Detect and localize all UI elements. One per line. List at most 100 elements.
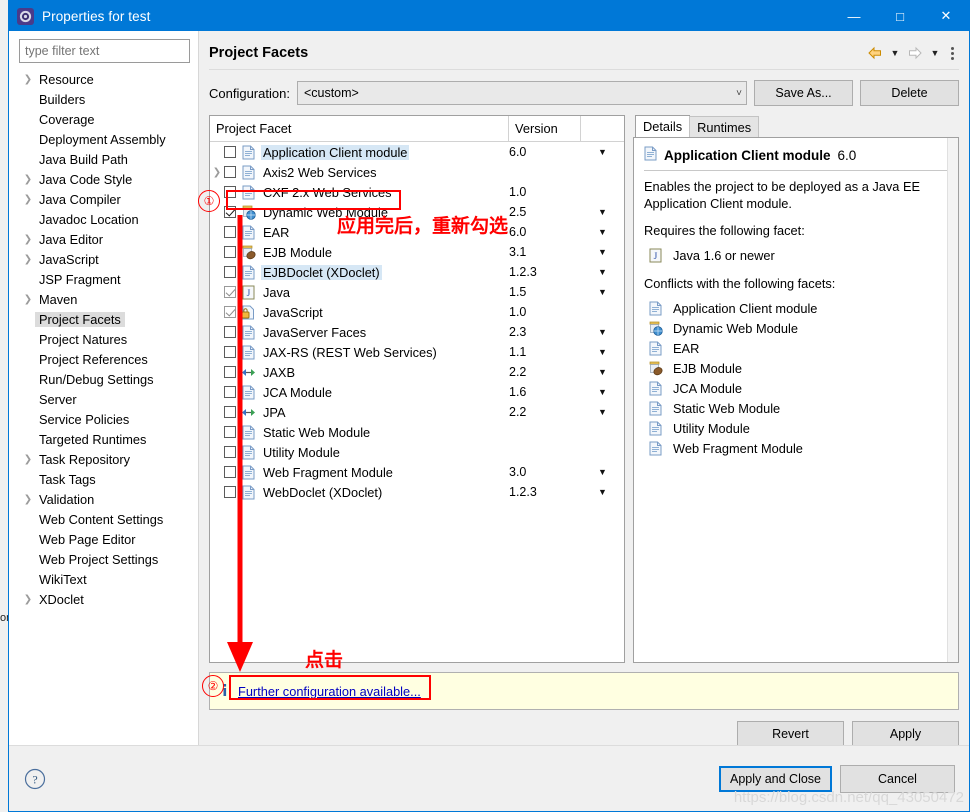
version-dropdown-icon[interactable]: ▼ [581, 227, 624, 237]
table-row[interactable]: JAX-RS (REST Web Services) 1.1 ▼ [210, 342, 624, 362]
sidebar-item-resource[interactable]: ❯ Resource [9, 69, 198, 89]
facet-checkbox[interactable] [224, 406, 236, 418]
table-row[interactable]: Utility Module [210, 442, 624, 462]
facet-checkbox[interactable] [224, 426, 236, 438]
table-row[interactable]: EJBDoclet (XDoclet) 1.2.3 ▼ [210, 262, 624, 282]
sidebar-item-deployment-assembly[interactable]: Deployment Assembly [9, 129, 198, 149]
sidebar-item-builders[interactable]: Builders [9, 89, 198, 109]
forward-dropdown-icon[interactable]: ▼ [929, 48, 941, 58]
version-dropdown-icon[interactable]: ▼ [581, 267, 624, 277]
facet-checkbox[interactable] [224, 246, 236, 258]
forward-arrow-icon[interactable] [905, 43, 925, 63]
sidebar-item-java-build-path[interactable]: Java Build Path [9, 149, 198, 169]
sidebar-item-service-policies[interactable]: Service Policies [9, 409, 198, 429]
table-row[interactable]: EAR 6.0 ▼ [210, 222, 624, 242]
column-header-facet[interactable]: Project Facet [210, 116, 509, 141]
table-row[interactable]: JPA 2.2 ▼ [210, 402, 624, 422]
sidebar-item-java-compiler[interactable]: ❯ Java Compiler [9, 189, 198, 209]
sidebar-item-project-facets[interactable]: Project Facets [9, 309, 198, 329]
chevron-right-icon[interactable]: ❯ [210, 167, 224, 178]
chevron-right-icon[interactable]: ❯ [21, 294, 35, 305]
version-dropdown-icon[interactable]: ▼ [581, 327, 624, 337]
table-row[interactable]: JavaServer Faces 2.3 ▼ [210, 322, 624, 342]
table-row[interactable]: J Java 1.5 ▼ [210, 282, 624, 302]
back-arrow-icon[interactable] [865, 43, 885, 63]
version-dropdown-icon[interactable]: ▼ [581, 367, 624, 377]
version-dropdown-icon[interactable]: ▼ [581, 287, 624, 297]
facet-checkbox[interactable] [224, 346, 236, 358]
tab-details[interactable]: Details [635, 115, 691, 137]
facet-checkbox[interactable] [224, 166, 236, 178]
minimize-button[interactable]: — [831, 1, 877, 31]
facet-checkbox[interactable] [224, 146, 236, 158]
sidebar-item-xdoclet[interactable]: ❯ XDoclet [9, 589, 198, 609]
sidebar-item-validation[interactable]: ❯ Validation [9, 489, 198, 509]
version-dropdown-icon[interactable]: ▼ [581, 207, 624, 217]
sidebar-item-wikitext[interactable]: WikiText [9, 569, 198, 589]
revert-button[interactable]: Revert [737, 721, 844, 747]
apply-and-close-button[interactable]: Apply and Close [719, 765, 832, 792]
facet-checkbox[interactable] [224, 286, 236, 298]
facet-checkbox[interactable] [224, 366, 236, 378]
facet-checkbox[interactable] [224, 466, 236, 478]
version-dropdown-icon[interactable]: ▼ [581, 347, 624, 357]
sidebar-item-task-repository[interactable]: ❯ Task Repository [9, 449, 198, 469]
sidebar-item-javadoc-location[interactable]: Javadoc Location [9, 209, 198, 229]
help-question-icon[interactable]: ? [23, 767, 47, 791]
sidebar-item-web-content-settings[interactable]: Web Content Settings [9, 509, 198, 529]
facet-checkbox[interactable] [224, 326, 236, 338]
details-scrollbar[interactable] [947, 138, 958, 662]
table-row[interactable]: Application Client module 6.0 ▼ [210, 142, 624, 162]
table-row[interactable]: Web Fragment Module 3.0 ▼ [210, 462, 624, 482]
apply-button[interactable]: Apply [852, 721, 959, 747]
chevron-right-icon[interactable]: ❯ [21, 494, 35, 505]
table-row[interactable]: JAXB 2.2 ▼ [210, 362, 624, 382]
table-row[interactable]: ❯ Axis2 Web Services [210, 162, 624, 182]
version-dropdown-icon[interactable]: ▼ [581, 247, 624, 257]
sidebar-item-run-debug-settings[interactable]: Run/Debug Settings [9, 369, 198, 389]
version-dropdown-icon[interactable]: ▼ [581, 487, 624, 497]
column-header-version[interactable]: Version [509, 116, 581, 141]
chevron-right-icon[interactable]: ❯ [21, 174, 35, 185]
table-row[interactable]: Dynamic Web Module 2.5 ▼ [210, 202, 624, 222]
table-row[interactable]: JCA Module 1.6 ▼ [210, 382, 624, 402]
sidebar-item-web-project-settings[interactable]: Web Project Settings [9, 549, 198, 569]
facet-checkbox[interactable] [224, 266, 236, 278]
chevron-right-icon[interactable]: ❯ [21, 594, 35, 605]
facet-checkbox[interactable] [224, 486, 236, 498]
maximize-button[interactable]: □ [877, 1, 923, 31]
chevron-right-icon[interactable]: ❯ [21, 194, 35, 205]
cancel-button[interactable]: Cancel [840, 764, 955, 793]
table-row[interactable]: EJB Module 3.1 ▼ [210, 242, 624, 262]
sidebar-item-project-references[interactable]: Project References [9, 349, 198, 369]
facet-checkbox[interactable] [224, 446, 236, 458]
facet-checkbox[interactable] [224, 186, 236, 198]
chevron-right-icon[interactable]: ❯ [21, 254, 35, 265]
table-row[interactable]: CXF 2.x Web Services 1.0 [210, 182, 624, 202]
table-row[interactable]: JavaScript 1.0 [210, 302, 624, 322]
sidebar-item-targeted-runtimes[interactable]: Targeted Runtimes [9, 429, 198, 449]
version-dropdown-icon[interactable]: ▼ [581, 467, 624, 477]
sidebar-item-maven[interactable]: ❯ Maven [9, 289, 198, 309]
back-dropdown-icon[interactable]: ▼ [889, 48, 901, 58]
chevron-right-icon[interactable]: ❯ [21, 234, 35, 245]
facet-checkbox[interactable] [224, 306, 236, 318]
sidebar-item-javascript[interactable]: ❯ JavaScript [9, 249, 198, 269]
facet-checkbox[interactable] [224, 206, 236, 218]
sidebar-item-web-page-editor[interactable]: Web Page Editor [9, 529, 198, 549]
sidebar-item-java-editor[interactable]: ❯ Java Editor [9, 229, 198, 249]
chevron-right-icon[interactable]: ❯ [21, 454, 35, 465]
sidebar-item-task-tags[interactable]: Task Tags [9, 469, 198, 489]
sidebar-item-java-code-style[interactable]: ❯ Java Code Style [9, 169, 198, 189]
version-dropdown-icon[interactable]: ▼ [581, 407, 624, 417]
further-configuration-link[interactable]: Further configuration available... [238, 684, 421, 699]
save-as-button[interactable]: Save As... [754, 80, 853, 106]
chevron-right-icon[interactable]: ❯ [21, 74, 35, 85]
configuration-select[interactable]: <custom> ˅ [296, 81, 747, 105]
facet-checkbox[interactable] [224, 386, 236, 398]
delete-button[interactable]: Delete [860, 80, 959, 106]
sidebar-item-project-natures[interactable]: Project Natures [9, 329, 198, 349]
sidebar-item-jsp-fragment[interactable]: JSP Fragment [9, 269, 198, 289]
sidebar-item-server[interactable]: Server [9, 389, 198, 409]
search-input[interactable] [19, 39, 190, 63]
